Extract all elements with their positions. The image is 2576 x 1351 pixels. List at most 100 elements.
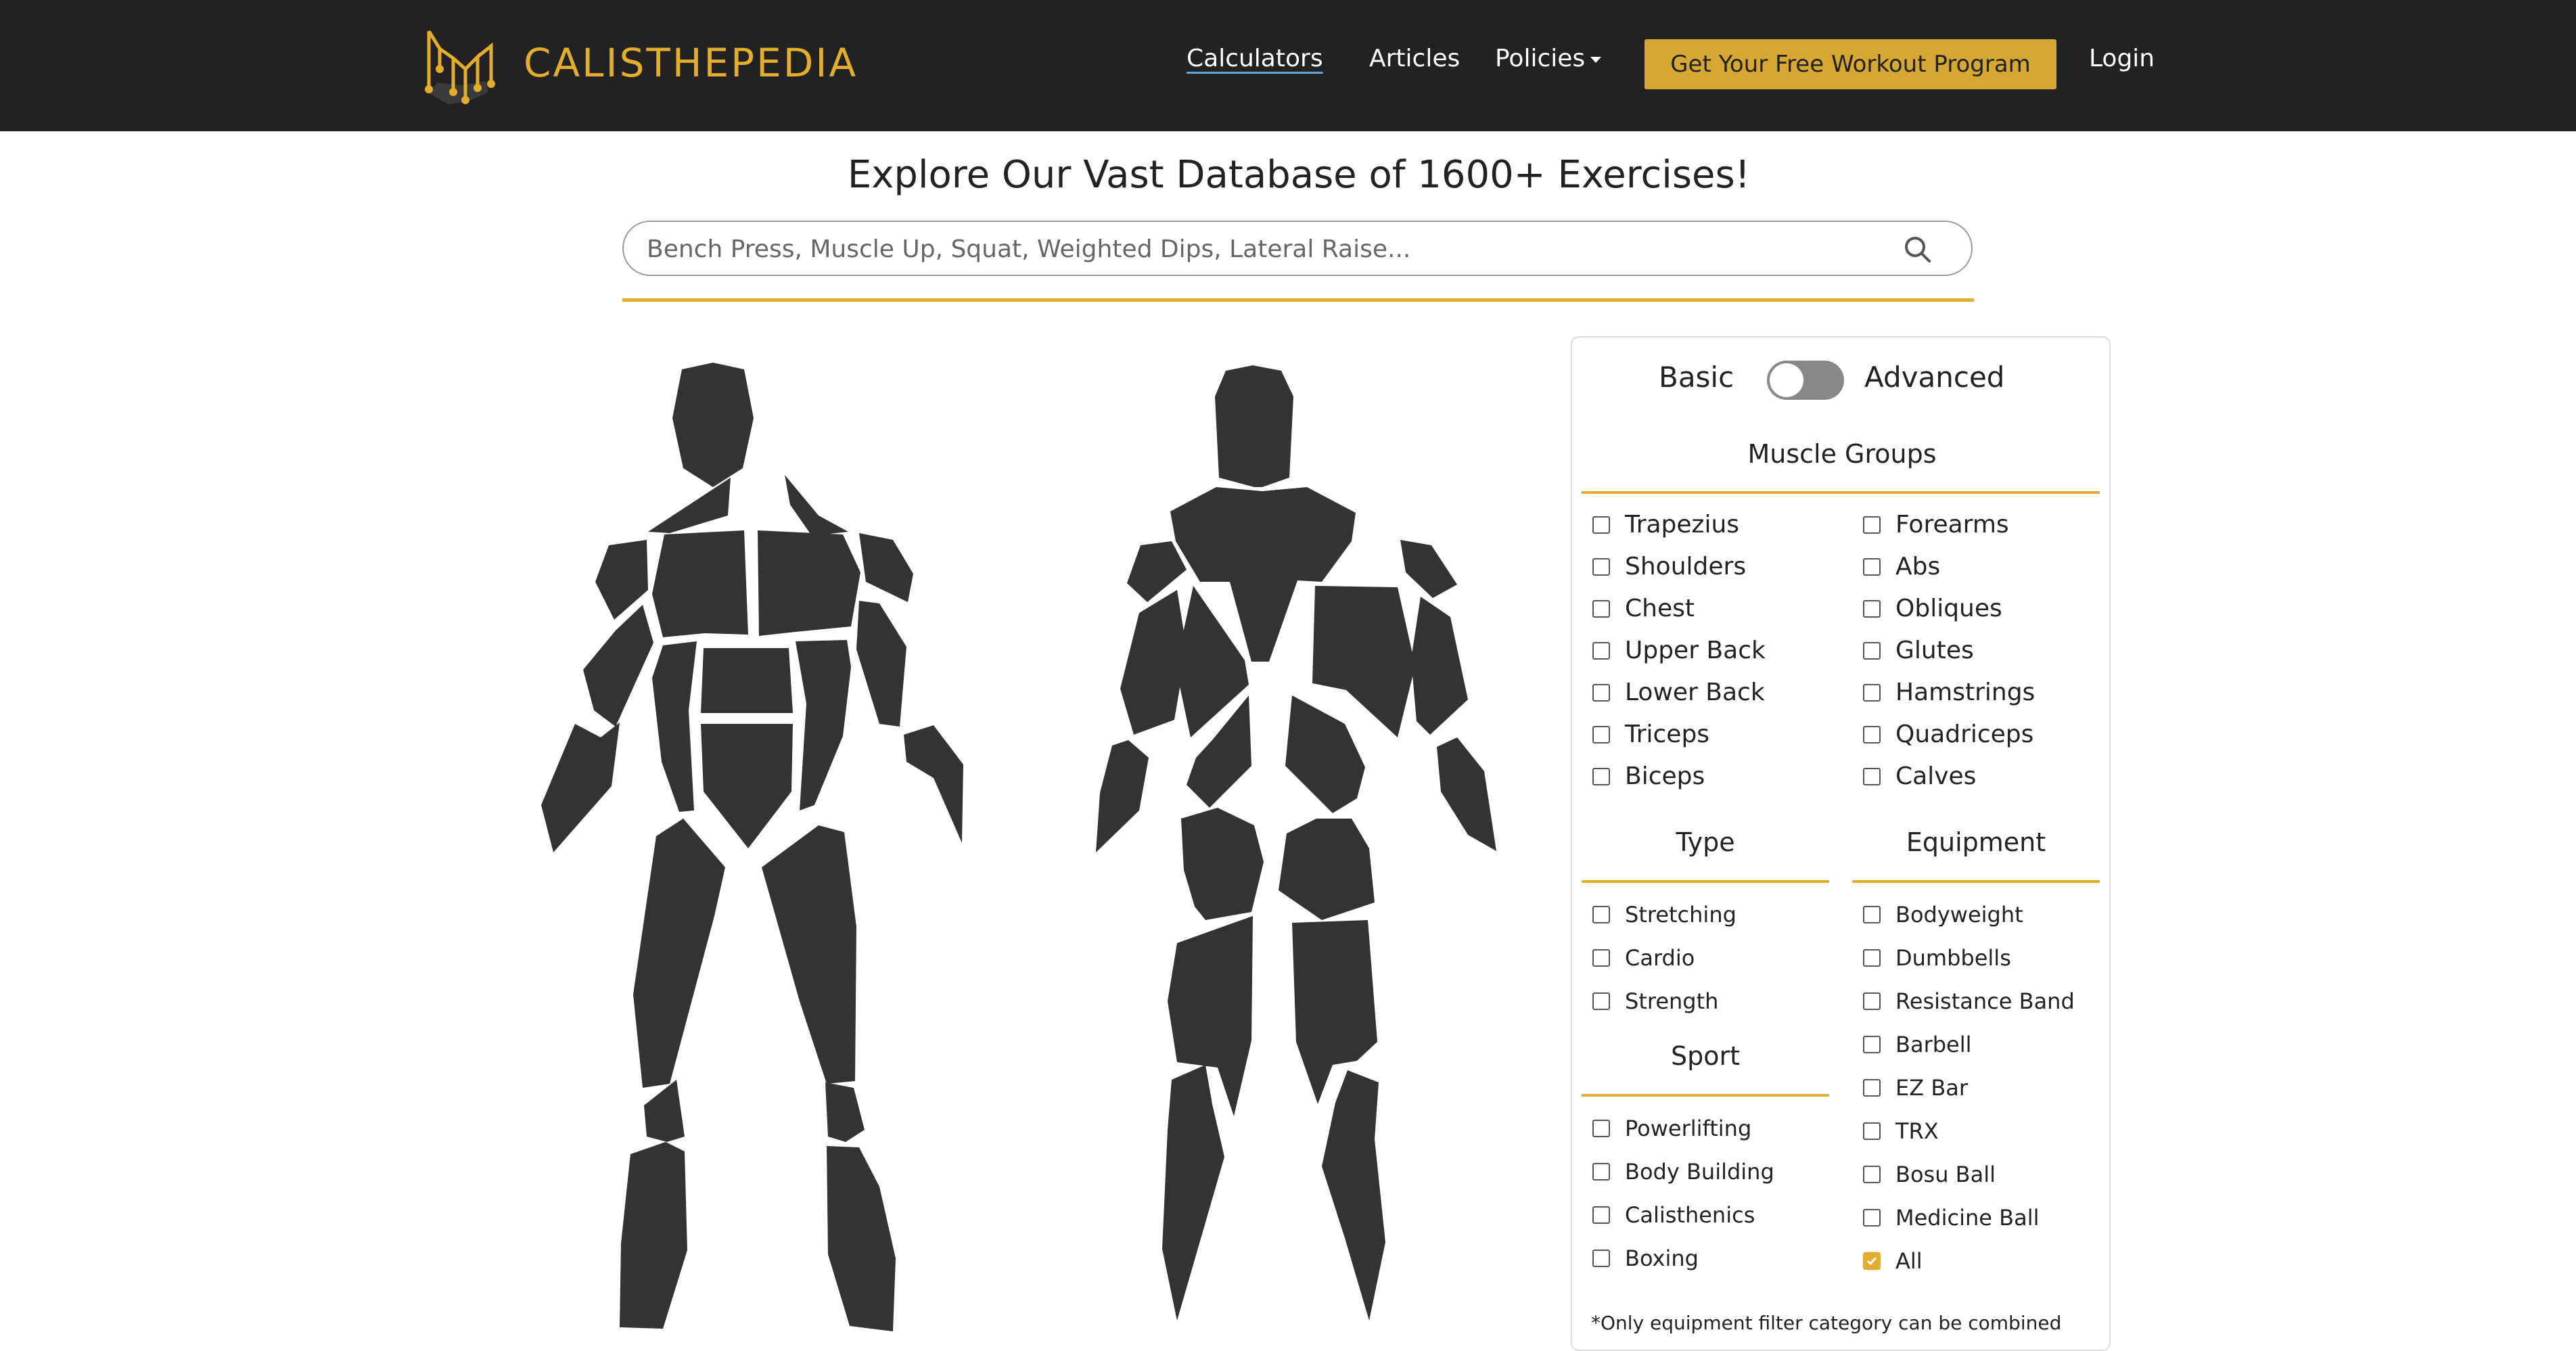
muscle-group-abs[interactable]: Abs [1863, 553, 1940, 580]
back-tricep-right[interactable] [1411, 597, 1468, 735]
muscle-group-shoulders[interactable]: Shoulders [1592, 553, 1746, 580]
muscle-group-glutes[interactable]: Glutes [1863, 637, 1974, 664]
back-lower-back-right[interactable] [1285, 695, 1365, 813]
back-tricep-left[interactable] [1120, 590, 1187, 735]
free-workout-program-button[interactable]: Get Your Free Workout Program [1644, 39, 2056, 89]
equipment-ez-bar[interactable]: EZ Bar [1863, 1075, 1968, 1101]
search-icon[interactable] [1904, 235, 1932, 264]
muscle-group-hamstrings-checkbox[interactable] [1863, 683, 1881, 702]
front-trapezius-left[interactable] [648, 478, 731, 533]
muscle-group-glutes-checkbox[interactable] [1863, 641, 1881, 660]
equipment-medicine-ball-checkbox[interactable] [1863, 1209, 1881, 1227]
back-hamstring-right[interactable] [1292, 920, 1377, 1104]
front-oblique-right[interactable] [796, 640, 851, 810]
type-cardio[interactable]: Cardio [1592, 945, 1695, 971]
muscle-group-quadriceps-checkbox[interactable] [1863, 725, 1881, 743]
front-forearm-right[interactable] [904, 725, 963, 843]
back-head[interactable] [1215, 365, 1293, 487]
muscle-group-shoulders-checkbox[interactable] [1592, 557, 1610, 576]
login-link[interactable]: Login [2089, 45, 2155, 72]
sport-boxing[interactable]: Boxing [1592, 1245, 1699, 1271]
muscle-group-quadriceps[interactable]: Quadriceps [1863, 720, 2033, 748]
muscle-group-hamstrings[interactable]: Hamstrings [1863, 679, 2035, 706]
equipment-barbell[interactable]: Barbell [1863, 1032, 1972, 1057]
back-calf-left[interactable] [1162, 1065, 1224, 1321]
muscle-group-forearms[interactable]: Forearms [1863, 511, 2009, 539]
back-shoulder-left[interactable] [1127, 541, 1187, 602]
front-chest-left[interactable] [652, 530, 748, 637]
equipment-resistance-band[interactable]: Resistance Band [1863, 988, 2075, 1014]
equipment-ez-bar-checkbox[interactable] [1863, 1079, 1881, 1097]
type-stretching[interactable]: Stretching [1592, 902, 1736, 928]
search-input[interactable] [645, 229, 1866, 269]
muscle-group-upper-back[interactable]: Upper Back [1592, 637, 1766, 664]
front-quad-right[interactable] [762, 825, 856, 1084]
front-calf-left[interactable] [620, 1142, 687, 1329]
back-forearm-left[interactable] [1096, 740, 1149, 852]
equipment-bodyweight[interactable]: Bodyweight [1863, 902, 2023, 928]
muscle-group-biceps[interactable]: Biceps [1592, 762, 1705, 790]
equipment-dumbbells-checkbox[interactable] [1863, 949, 1881, 967]
back-upper-back-right[interactable] [1312, 586, 1415, 737]
equipment-trx-checkbox[interactable] [1863, 1122, 1881, 1140]
sport-body-building-checkbox[interactable] [1592, 1163, 1610, 1181]
front-head[interactable] [672, 363, 754, 487]
equipment-all-checkbox[interactable] [1863, 1252, 1881, 1270]
front-oblique-left[interactable] [652, 641, 697, 812]
front-calf-right[interactable] [827, 1146, 896, 1331]
sport-calisthenics-checkbox[interactable] [1592, 1206, 1610, 1224]
equipment-resistance-band-checkbox[interactable] [1863, 992, 1881, 1010]
muscle-group-lower-back-checkbox[interactable] [1592, 683, 1610, 702]
type-stretching-checkbox[interactable] [1592, 906, 1610, 923]
back-shoulder-right[interactable] [1400, 540, 1457, 598]
nav-link-articles[interactable]: Articles [1369, 45, 1460, 72]
sport-powerlifting-checkbox[interactable] [1592, 1120, 1610, 1137]
front-chest-right[interactable] [758, 530, 860, 636]
equipment-dumbbells[interactable]: Dumbbells [1863, 945, 2011, 971]
front-forearm-left[interactable] [541, 723, 620, 852]
equipment-medicine-ball[interactable]: Medicine Ball [1863, 1205, 2039, 1231]
front-quad-left[interactable] [633, 819, 725, 1088]
front-shoulder-right[interactable] [859, 533, 913, 602]
muscle-group-obliques[interactable]: Obliques [1863, 595, 2002, 622]
front-abs-lower[interactable] [701, 724, 793, 848]
sport-boxing-checkbox[interactable] [1592, 1250, 1610, 1267]
muscle-group-biceps-checkbox[interactable] [1592, 767, 1610, 785]
muscle-group-obliques-checkbox[interactable] [1863, 599, 1881, 618]
site-logo[interactable]: CALISTHEPEDIA [421, 19, 858, 107]
muscle-group-triceps-checkbox[interactable] [1592, 725, 1610, 743]
equipment-trx[interactable]: TRX [1863, 1118, 1939, 1144]
equipment-bosu-ball[interactable]: Bosu Ball [1863, 1162, 1996, 1187]
muscle-group-upper-back-checkbox[interactable] [1592, 641, 1610, 660]
front-abs-upper[interactable] [701, 648, 793, 713]
nav-link-calculators[interactable]: Calculators [1187, 45, 1323, 72]
muscle-group-calves[interactable]: Calves [1863, 762, 1976, 790]
muscle-group-abs-checkbox[interactable] [1863, 557, 1881, 576]
type-cardio-checkbox[interactable] [1592, 949, 1610, 967]
sport-calisthenics[interactable]: Calisthenics [1592, 1202, 1755, 1228]
sport-body-building[interactable]: Body Building [1592, 1159, 1774, 1185]
equipment-barbell-checkbox[interactable] [1863, 1036, 1881, 1053]
nav-link-policies[interactable]: Policies [1495, 45, 1602, 72]
back-glute-left[interactable] [1181, 808, 1264, 920]
type-strength-checkbox[interactable] [1592, 992, 1610, 1010]
muscle-group-triceps[interactable]: Triceps [1592, 720, 1709, 748]
front-trapezius-right[interactable] [785, 475, 848, 536]
front-bicep-left[interactable] [583, 605, 653, 727]
muscle-group-trapezius[interactable]: Trapezius [1592, 511, 1739, 539]
equipment-bosu-ball-checkbox[interactable] [1863, 1166, 1881, 1183]
front-knee-left[interactable] [644, 1080, 685, 1142]
muscle-group-forearms-checkbox[interactable] [1863, 516, 1881, 534]
sport-powerlifting[interactable]: Powerlifting [1592, 1116, 1751, 1141]
front-bicep-right[interactable] [856, 601, 906, 727]
type-strength[interactable]: Strength [1592, 988, 1718, 1014]
muscle-group-chest[interactable]: Chest [1592, 595, 1695, 622]
muscle-group-trapezius-checkbox[interactable] [1592, 516, 1610, 534]
front-knee-right[interactable] [825, 1082, 865, 1142]
back-calf-right[interactable] [1322, 1070, 1385, 1321]
equipment-all[interactable]: All [1863, 1248, 1923, 1274]
equipment-bodyweight-checkbox[interactable] [1863, 906, 1881, 923]
back-forearm-right[interactable] [1437, 737, 1496, 851]
muscle-group-calves-checkbox[interactable] [1863, 767, 1881, 785]
muscle-group-chest-checkbox[interactable] [1592, 599, 1610, 618]
